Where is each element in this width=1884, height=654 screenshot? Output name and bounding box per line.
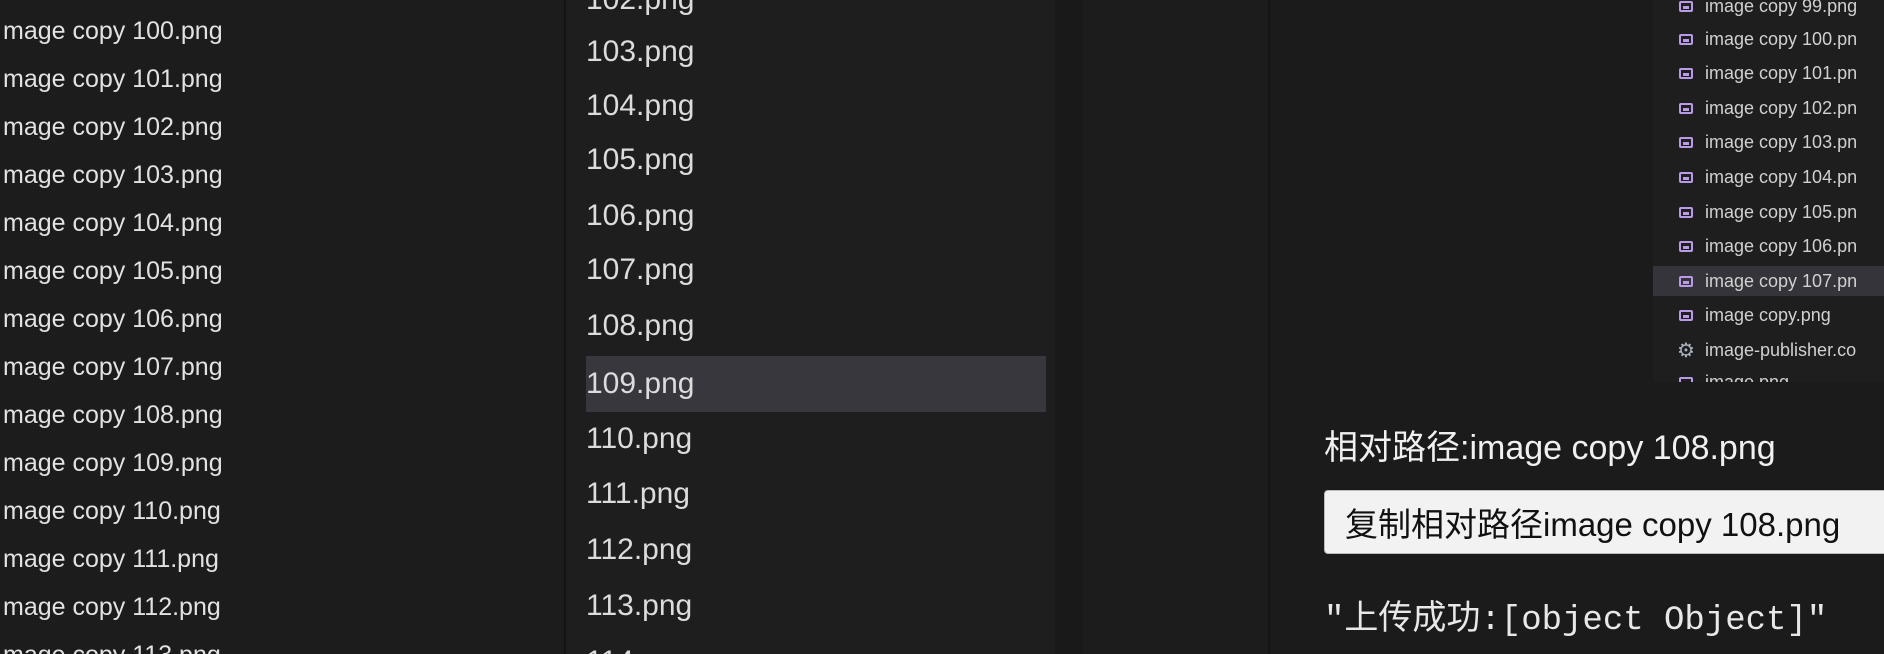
list-item[interactable]: mage copy 110.png (3, 496, 221, 526)
list-item[interactable]: mage copy 102.png (3, 112, 223, 142)
tree-item[interactable]: image copy 101.pn (1653, 58, 1884, 88)
tree-item[interactable]: ⚙ image-publisher.co (1653, 335, 1884, 365)
list-item[interactable]: 107.png (586, 252, 694, 288)
list-item[interactable]: 110.png (586, 421, 692, 457)
list-item[interactable]: mage copy 100.png (3, 16, 223, 46)
list-item[interactable]: mage copy 103.png (3, 160, 223, 190)
list-item[interactable]: mage copy 107.png (3, 352, 223, 382)
image-file-icon (1679, 136, 1693, 148)
list-item[interactable]: mage copy 109.png (3, 448, 223, 478)
image-file-icon (1679, 102, 1693, 114)
tree-item-label: image copy 104.pn (1705, 166, 1858, 187)
tree-item-label: image copy 102.pn (1705, 97, 1858, 118)
tree-item-label: image copy 107.pn (1705, 270, 1858, 291)
tree-item[interactable]: image copy 105.pn (1653, 197, 1884, 227)
tree-item[interactable]: image copy 106.pn (1653, 231, 1884, 261)
image-file-icon (1679, 240, 1693, 252)
list-item[interactable]: 112.png (586, 532, 692, 568)
tree-item[interactable]: image copy 100.pn (1653, 24, 1884, 54)
preview-panel: image copy 99.png image copy 100.pn imag… (1270, 0, 1884, 654)
tree-item[interactable]: image.png (1653, 367, 1884, 382)
empty-pane (1083, 0, 1273, 654)
gear-icon: ⚙ (1677, 339, 1695, 362)
list-item[interactable]: mage copy 106.png (3, 304, 223, 334)
list-item[interactable]: mage copy 108.png (3, 400, 223, 430)
list-item[interactable]: 114 (586, 644, 634, 654)
middle-file-list: 102.png 103.png 104.png 105.png 106.png … (566, 0, 1056, 654)
tree-item-label: image copy 99.png (1705, 0, 1858, 16)
copy-relative-path-button[interactable]: 复制相对路径image copy 108.png (1324, 490, 1884, 554)
list-item[interactable]: mage copy 111.png (3, 544, 219, 574)
tree-item-selected[interactable]: image copy 107.pn (1653, 266, 1884, 296)
list-item[interactable]: mage copy 112.png (3, 592, 221, 622)
tree-item-label: image copy 100.pn (1705, 28, 1858, 49)
list-item[interactable]: mage copy 105.png (3, 256, 223, 286)
list-item[interactable]: 111.png (586, 476, 690, 512)
list-item[interactable]: 106.png (586, 198, 694, 234)
list-item[interactable]: mage copy 113.png (3, 640, 221, 654)
relative-path-label: 相对路径:image copy 108.png (1324, 429, 1776, 467)
tree-item[interactable]: image copy.png (1653, 300, 1884, 330)
tree-item-label: image copy.png (1705, 304, 1831, 325)
list-item[interactable]: 113.png (586, 588, 692, 624)
list-item[interactable]: mage copy 104.png (3, 208, 223, 238)
tree-item-label: image.png (1705, 371, 1790, 383)
left-file-list: mage copy 100.png mage copy 101.png mage… (0, 0, 566, 654)
file-explorer-tree: image copy 99.png image copy 100.pn imag… (1653, 0, 1884, 382)
tree-item[interactable]: image copy 104.pn (1653, 162, 1884, 192)
tree-item-label: image-publisher.co (1705, 339, 1857, 360)
image-file-icon (1679, 309, 1693, 321)
image-file-icon (1679, 171, 1693, 183)
panel-gutter (1055, 0, 1083, 654)
upload-status-text: "上传成功:[object Object]" (1324, 602, 1828, 640)
tree-item-label: image copy 101.pn (1705, 62, 1858, 83)
tree-item-label: image copy 103.pn (1705, 131, 1858, 152)
tree-item[interactable]: image copy 99.png (1653, 0, 1884, 21)
image-file-icon (1679, 67, 1693, 79)
tree-item[interactable]: image copy 102.pn (1653, 93, 1884, 123)
list-item[interactable]: mage copy 101.png (3, 64, 223, 94)
list-item[interactable]: 105.png (586, 142, 694, 178)
list-item-selected[interactable]: 109.png (586, 366, 694, 402)
image-file-icon (1679, 33, 1693, 45)
list-item[interactable]: 102.png (586, 0, 694, 18)
tree-item-label: image copy 105.pn (1705, 201, 1858, 222)
list-item[interactable]: 108.png (586, 308, 694, 344)
list-item[interactable]: 104.png (586, 88, 694, 124)
image-file-icon (1679, 376, 1693, 382)
tree-item-label: image copy 106.pn (1705, 235, 1858, 256)
image-file-icon (1679, 275, 1693, 287)
image-file-icon (1679, 206, 1693, 218)
tree-item[interactable]: image copy 103.pn (1653, 127, 1884, 157)
image-file-icon (1679, 0, 1693, 12)
list-item[interactable]: 103.png (586, 34, 694, 70)
